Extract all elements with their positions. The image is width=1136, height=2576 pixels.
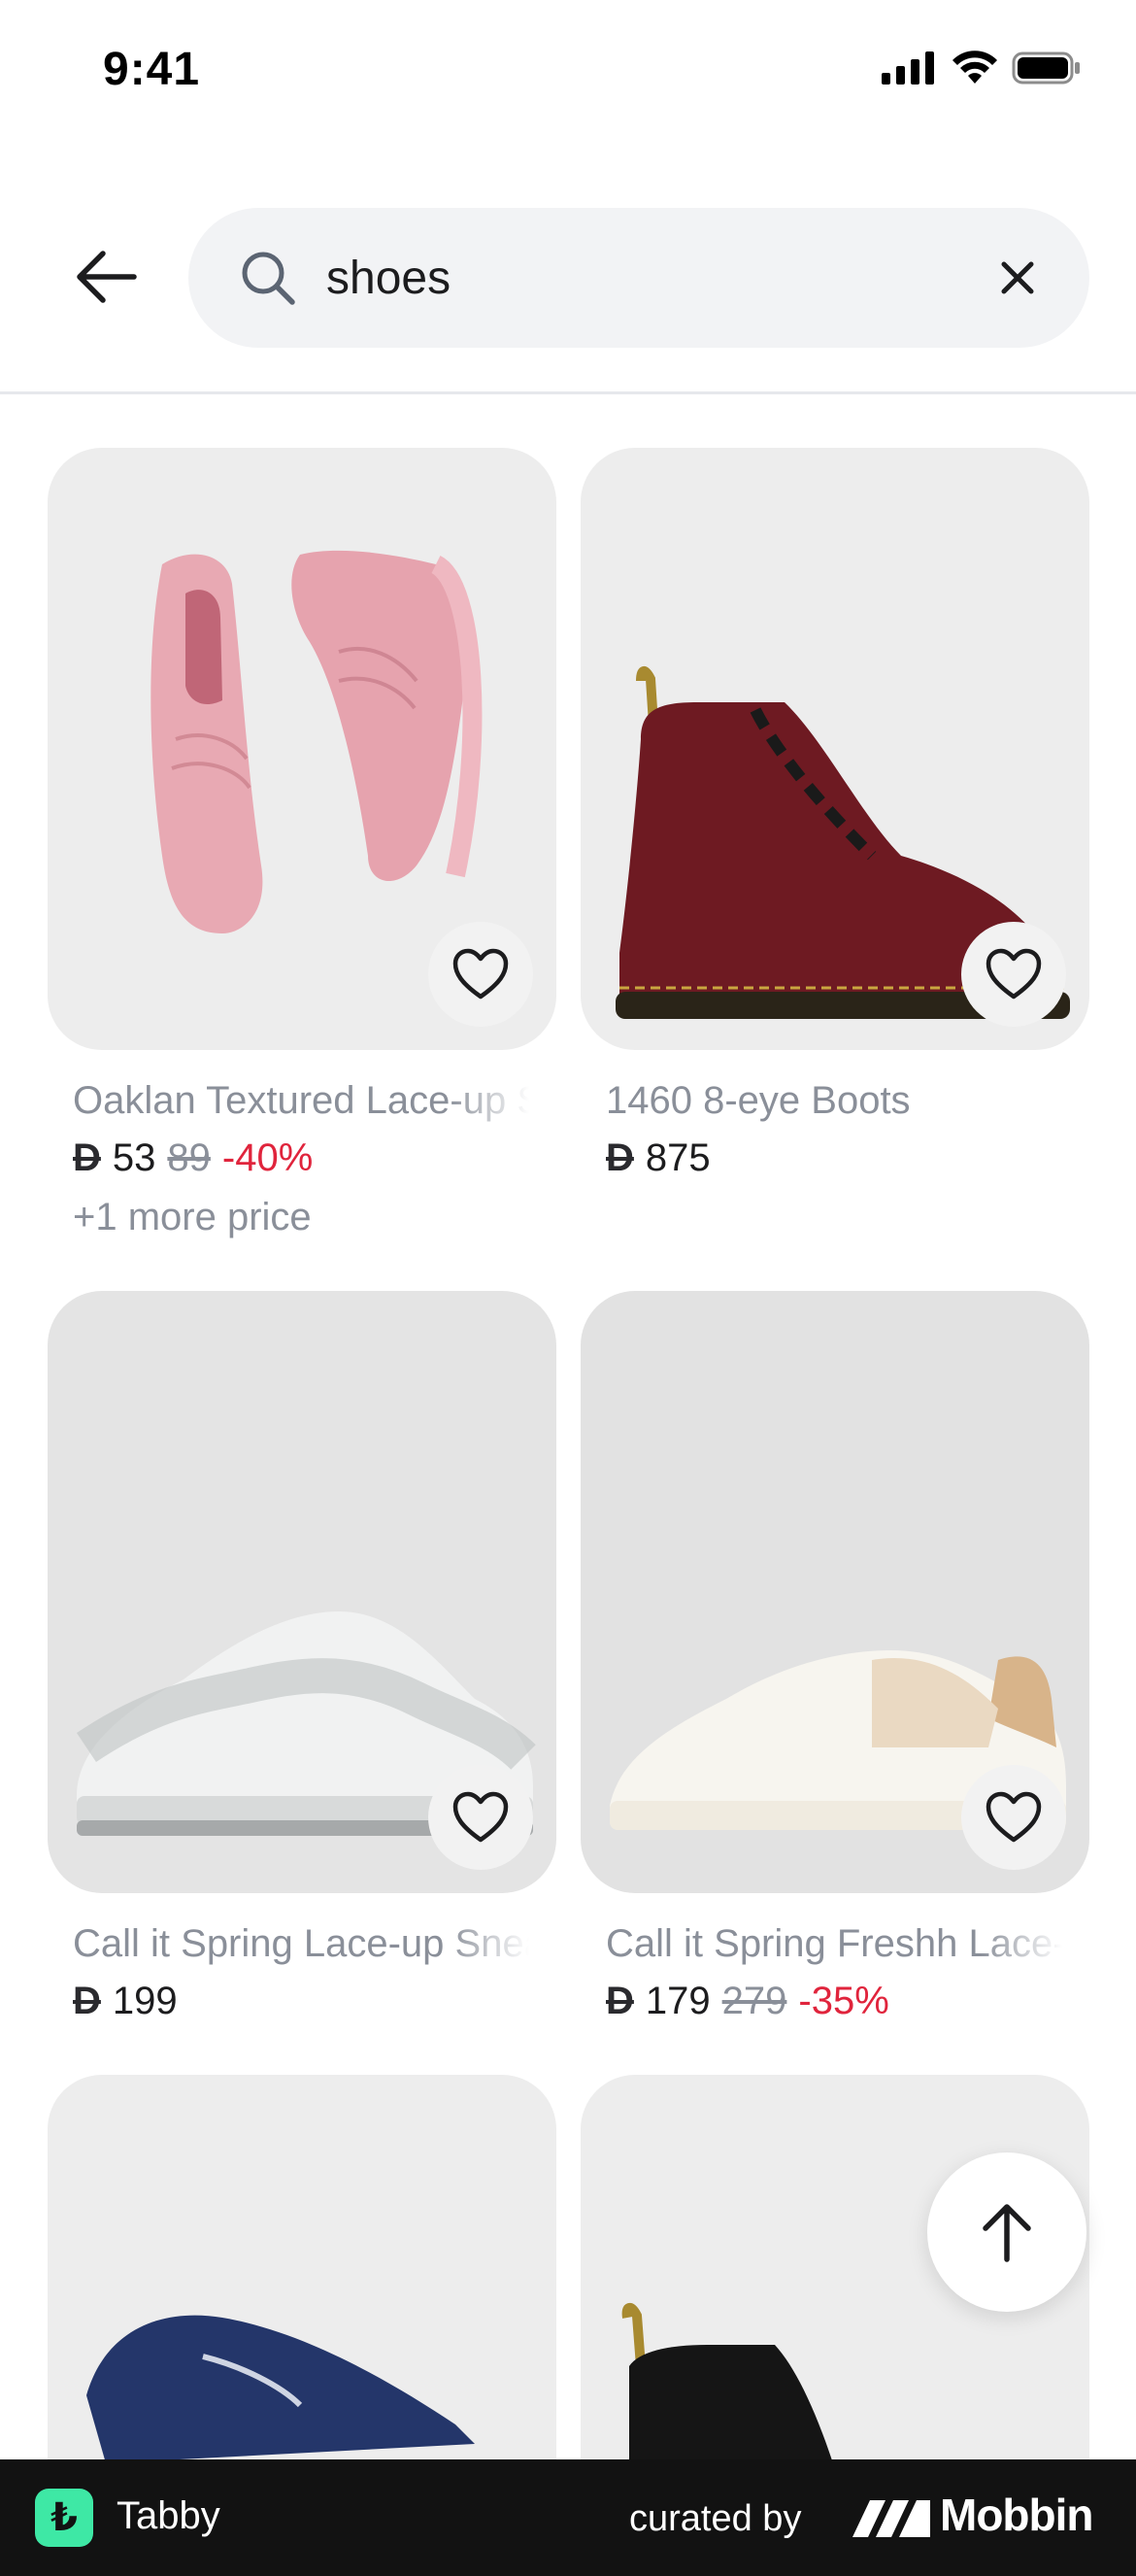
favorite-button[interactable] [428,1765,533,1870]
battery-icon [1012,51,1080,85]
cellular-signal-icon [882,51,934,85]
back-button[interactable] [62,243,150,311]
status-bar: 9:41 [0,0,1136,146]
favorite-button[interactable] [961,922,1066,1027]
search-icon [242,252,295,305]
favorite-button[interactable] [428,922,533,1027]
product-price: 53 [112,1136,156,1179]
favorite-button[interactable] [961,1765,1066,1870]
price-row: D 199 [73,1980,556,2023]
product-card[interactable]: Call it Spring Lace-up Sneakers D 199 [48,1291,556,2023]
clear-search-button[interactable] [990,251,1045,305]
arrow-up-icon [983,2204,1031,2262]
product-price: 199 [112,1980,178,2022]
status-icons [882,51,1082,85]
currency-symbol: D [73,1136,101,1179]
price-row: D 53 89 -40% [73,1136,556,1180]
search-input[interactable] [326,239,948,317]
product-price: 875 [645,1136,711,1179]
currency-symbol: D [606,1136,634,1179]
currency-symbol: D [606,1980,634,2022]
tabby-logo-icon: ₺ [35,2489,93,2547]
heart-icon [452,1791,509,1843]
arrow-left-icon [77,251,137,303]
price-row: D 875 [606,1136,1089,1180]
product-price: 179 [645,1980,711,2022]
heart-icon [986,948,1042,1000]
product-name[interactable]: Call it Spring Freshh Lace-up Sneakers [606,1922,1062,1966]
original-price: 89 [167,1136,211,1179]
mobbin-logo-icon [852,2500,930,2537]
wifi-icon [952,51,997,84]
discount-badge: -35% [798,1980,889,2022]
scroll-to-top-button[interactable] [927,2152,1086,2312]
more-price-link[interactable]: +1 more price [73,1196,556,1239]
product-card[interactable]: 1460 8-eye Boots D 875 [581,448,1089,1180]
product-image[interactable] [48,448,556,1050]
search-header [0,146,1136,394]
curated-by-label: curated by [629,2498,802,2539]
brand-name: Mobbin [940,2490,1093,2540]
discount-badge: -40% [221,1136,314,1179]
close-icon [1001,261,1034,294]
search-bar[interactable] [188,208,1089,348]
heart-icon [986,1791,1042,1843]
currency-symbol: D [73,1980,101,2022]
app-name: Tabby [117,2494,220,2537]
product-name[interactable]: 1460 8-eye Boots [606,1079,1062,1123]
bottom-attribution-bar: ₺ Tabby curated by Mobbin [0,2459,1136,2576]
status-time: 9:41 [103,44,201,95]
product-image[interactable] [581,448,1089,1050]
product-name[interactable]: Oaklan Textured Lace-up Sneakers [73,1079,529,1123]
product-card[interactable]: Oaklan Textured Lace-up Sneakers D 53 89… [48,448,556,1239]
price-row: D 179 279 -35% [606,1980,1089,2023]
product-image[interactable] [581,1291,1089,1893]
product-card[interactable]: Call it Spring Freshh Lace-up Sneakers D… [581,1291,1089,2023]
product-name[interactable]: Call it Spring Lace-up Sneakers [73,1922,529,1966]
heart-icon [452,948,509,1000]
original-price: 279 [721,1980,787,2022]
product-image[interactable] [48,1291,556,1893]
